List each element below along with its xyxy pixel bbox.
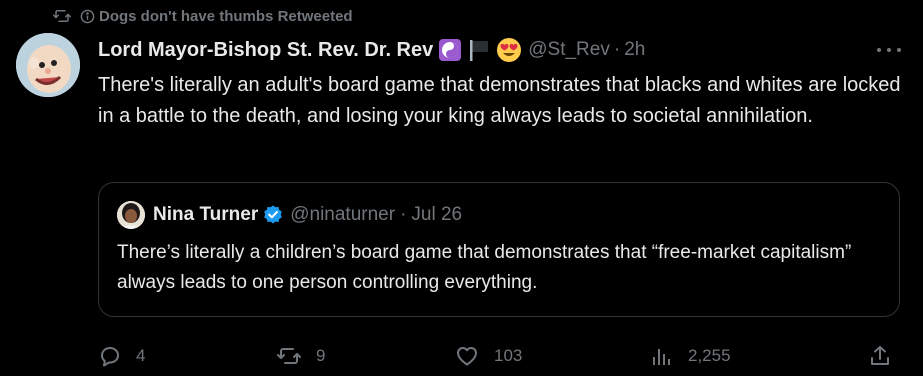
retweet-context: Dogs don't have thumbs Retweeted — [52, 6, 353, 26]
quoted-tweet[interactable]: Nina Turner @ninaturner · Jul 26 There’s… — [98, 182, 900, 317]
quote-handle: @ninaturner — [290, 204, 396, 225]
avatar[interactable] — [16, 33, 80, 97]
quote-avatar — [117, 201, 145, 229]
tweet-timestamp[interactable]: 2h — [624, 39, 645, 61]
retweet-info[interactable]: Dogs don't have thumbs Retweeted — [80, 8, 353, 25]
reply-count: 4 — [136, 346, 146, 365]
quote-header: Nina Turner @ninaturner · Jul 26 — [117, 201, 462, 229]
reply-button[interactable]: 4 — [98, 340, 145, 372]
yin-yang-emoji-icon — [438, 38, 462, 62]
author-handle[interactable]: @St_Rev — [528, 39, 610, 61]
views-button[interactable]: 2,255 — [650, 340, 731, 372]
more-options-icon[interactable] — [877, 42, 901, 58]
retweet-action-icon — [277, 348, 301, 364]
quote-display-name: Nina Turner — [153, 204, 259, 225]
quote-separator-dot: · — [400, 204, 407, 225]
retweet-text: Dogs don't have thumbs Retweeted — [99, 7, 353, 25]
tweet-text: There's literally an adult's board game … — [98, 74, 901, 127]
info-icon — [80, 9, 95, 23]
heart-icon — [457, 347, 477, 366]
reply-icon — [101, 347, 119, 367]
heart-eyes-emoji-icon — [496, 37, 522, 63]
separator-dot: · — [613, 39, 621, 60]
action-bar: 4 9 103 2,255 — [98, 340, 898, 372]
views-icon — [653, 349, 670, 365]
quote-date: Jul 26 — [411, 204, 463, 225]
retweet-count: 9 — [316, 346, 326, 365]
like-count: 103 — [494, 346, 523, 365]
views-count: 2,255 — [688, 346, 731, 365]
tweet-header: Lord Mayor-Bishop St. Rev. Dr. Rev @St_R… — [98, 35, 903, 65]
quote-text: There’s literally a children’s board gam… — [117, 242, 852, 293]
author-display-name[interactable]: Lord Mayor-Bishop St. Rev. Dr. Rev — [98, 39, 433, 62]
share-icon — [871, 346, 889, 365]
retweet-icon — [52, 7, 72, 25]
like-button[interactable]: 103 — [454, 340, 522, 372]
retweet-button[interactable]: 9 — [276, 340, 325, 372]
share-button[interactable] — [868, 340, 892, 372]
black-flag-icon — [467, 38, 491, 62]
verified-badge-icon — [262, 204, 284, 226]
